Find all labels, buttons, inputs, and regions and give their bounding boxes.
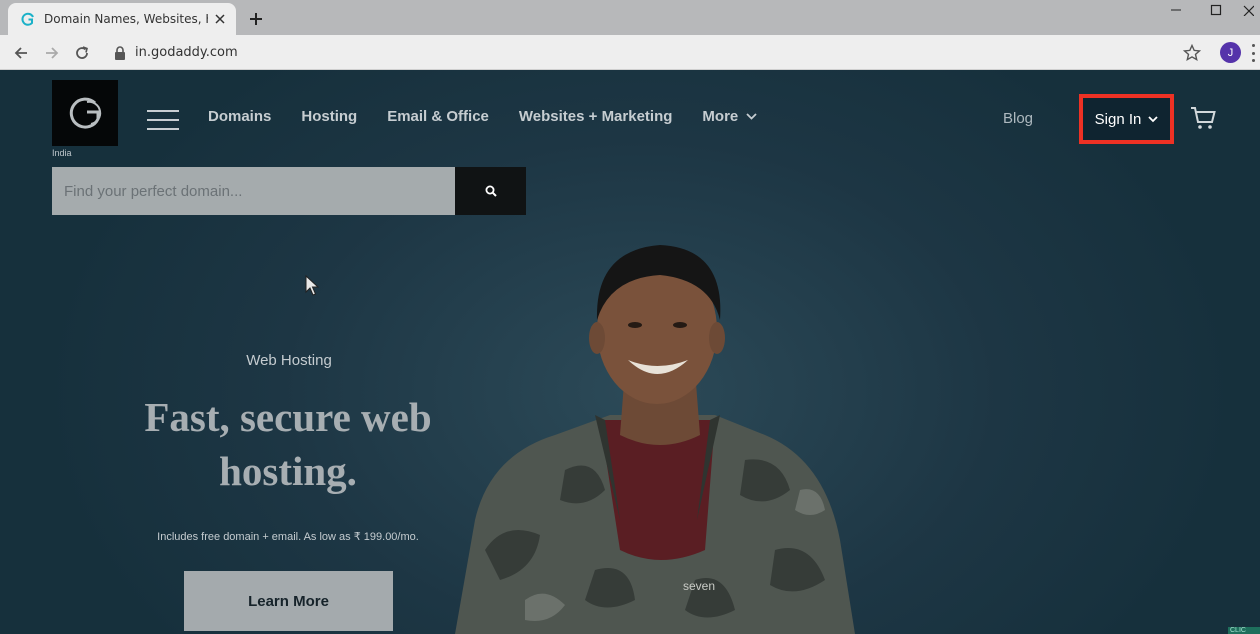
godaddy-favicon-icon: [20, 11, 36, 27]
nav-email-office[interactable]: Email & Office: [387, 108, 489, 125]
nav-websites-marketing-label: Websites + Marketing: [518, 108, 673, 125]
arrow-right-icon: [46, 47, 59, 59]
nav-more[interactable]: More: [702, 108, 757, 125]
minimize-window-button[interactable]: [1156, 0, 1196, 20]
nav-email-office-label: Email & Office: [387, 108, 489, 125]
nav-domains-label: Domains: [208, 108, 272, 125]
nav-more-label: More: [702, 108, 739, 125]
search-button[interactable]: [455, 167, 526, 215]
nav-hosting-label: Hosting: [301, 108, 358, 125]
browser-tab[interactable]: Domain Names, Websites, Hosting: [8, 3, 236, 35]
learn-more-button[interactable]: Learn More: [184, 571, 393, 631]
nav-domains[interactable]: Domains: [208, 108, 271, 125]
reload-icon: [76, 46, 88, 59]
plus-icon: [250, 13, 262, 25]
cart-icon[interactable]: [1190, 106, 1216, 130]
godaddy-logo[interactable]: [52, 80, 118, 146]
browser-menu-icon[interactable]: [1252, 44, 1258, 62]
new-tab-button[interactable]: [246, 9, 266, 29]
domain-search: [52, 167, 526, 215]
country-label: India: [52, 148, 72, 158]
browser-toolbar: in.godaddy.com J: [0, 35, 1260, 70]
close-icon: [1243, 5, 1254, 16]
minimize-icon: [1171, 9, 1181, 11]
sign-in-label: Sign In: [1094, 110, 1142, 128]
bookmark-star-icon[interactable]: [1183, 44, 1201, 62]
tab-title: Domain Names, Websites, Hosting: [44, 12, 208, 26]
shirt-logo-text: seven: [683, 579, 715, 593]
lock-icon: [114, 45, 126, 60]
blog-link[interactable]: Blog: [1003, 110, 1033, 127]
profile-avatar[interactable]: J: [1220, 42, 1241, 63]
godaddy-logo-icon: [69, 97, 102, 129]
corner-badge: CLIC: [1228, 627, 1260, 634]
search-icon: [485, 185, 497, 197]
nav-hosting[interactable]: Hosting: [301, 108, 357, 125]
mouse-cursor-icon: [305, 275, 319, 296]
close-window-button[interactable]: [1236, 0, 1260, 20]
arrow-left-icon: [14, 47, 27, 59]
sign-in-button[interactable]: Sign In: [1079, 94, 1174, 144]
maximize-icon: [1210, 4, 1222, 16]
reload-button[interactable]: [71, 42, 93, 64]
godaddy-page: India Domains Hosting Email & Office Web…: [0, 70, 1260, 634]
chevron-down-icon: [1148, 115, 1158, 123]
forward-button[interactable]: [41, 42, 63, 64]
address-bar[interactable]: in.godaddy.com: [102, 40, 1214, 65]
hero-headline: Fast, secure web hosting.: [144, 394, 432, 494]
hero-subline: Includes free domain + email. As low as …: [157, 531, 419, 543]
browser-tab-strip: Domain Names, Websites, Hosting: [0, 0, 1260, 35]
maximize-window-button[interactable]: [1196, 0, 1236, 20]
domain-search-input[interactable]: [52, 167, 455, 215]
hero-person-image: seven: [455, 245, 855, 634]
chevron-down-icon: [746, 113, 757, 120]
url-text: in.godaddy.com: [135, 45, 238, 60]
nav-websites-marketing[interactable]: Websites + Marketing: [519, 108, 673, 125]
tab-close-icon[interactable]: [212, 11, 228, 27]
back-button[interactable]: [10, 42, 32, 64]
hamburger-menu-icon[interactable]: [147, 110, 179, 130]
hero-eyebrow: Web Hosting: [246, 352, 332, 369]
main-nav: Domains Hosting Email & Office Websites …: [208, 108, 787, 125]
